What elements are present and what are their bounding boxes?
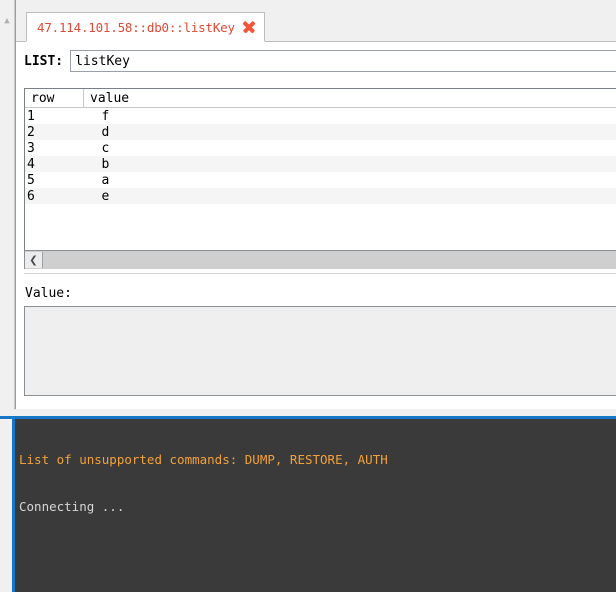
tab-listkey[interactable]: 47.114.101.58::db0::listKey — [26, 12, 265, 42]
tab-strip: 47.114.101.58::db0::listKey — [16, 0, 616, 42]
console-line: Connecting ... — [19, 498, 125, 514]
cell-value: d — [83, 124, 616, 140]
key-editor-panel: 47.114.101.58::db0::listKey LIST: row va… — [15, 0, 616, 409]
console-line: List of unsupported commands: DUMP, REST… — [19, 452, 388, 468]
cell-value: f — [83, 107, 616, 124]
column-header-value[interactable]: value — [83, 89, 616, 108]
table-row[interactable]: 6 e — [25, 188, 616, 204]
column-header-row[interactable]: row — [25, 89, 84, 108]
cell-value: c — [83, 140, 616, 156]
cell-value: a — [83, 172, 616, 188]
value-textarea[interactable] — [24, 306, 616, 396]
cell-row-index: 3 — [25, 140, 84, 156]
table-row[interactable]: 5 a — [25, 172, 616, 188]
panel-divider — [24, 273, 616, 274]
key-type-label: LIST: — [24, 53, 64, 69]
table-header-row: row value — [25, 89, 616, 108]
redis-client-window: ▲ 47.114.101.58::db0::listKey LIST: row … — [0, 0, 616, 592]
table-horizontal-scrollbar[interactable]: ❮ — [24, 250, 616, 269]
tab-label: 47.114.101.58::db0::listKey — [37, 19, 235, 35]
console-output[interactable]: List of unsupported commands: DUMP, REST… — [12, 416, 616, 592]
cell-row-index: 1 — [25, 107, 84, 124]
key-row: LIST: — [16, 48, 616, 74]
cell-value: e — [83, 188, 616, 204]
table-body: 1 f 2 d 3 c 4 b 5 a 6 e — [25, 107, 616, 204]
cell-value: b — [83, 156, 616, 172]
scrollbar-track[interactable] — [43, 252, 616, 268]
chevron-left-icon[interactable]: ❮ — [25, 252, 43, 268]
table-row[interactable]: 1 f — [25, 107, 616, 124]
cell-row-index: 6 — [25, 188, 84, 204]
table-row[interactable]: 3 c — [25, 140, 616, 156]
console-lines: List of unsupported commands: DUMP, REST… — [19, 421, 616, 592]
table-row[interactable]: 4 b — [25, 156, 616, 172]
table-row[interactable]: 2 d — [25, 124, 616, 140]
cell-row-index: 4 — [25, 156, 84, 172]
list-values-table[interactable]: row value 1 f 2 d 3 c 4 b 5 a 6 e — [24, 88, 616, 269]
chevron-up-icon[interactable]: ▲ — [2, 16, 12, 26]
key-name-input[interactable] — [70, 50, 616, 72]
close-icon[interactable] — [243, 21, 256, 34]
value-label: Value: — [25, 286, 72, 301]
cell-row-index: 2 — [25, 124, 84, 140]
cell-row-index: 5 — [25, 172, 84, 188]
left-splitter-gutter[interactable]: ▲ — [0, 0, 15, 410]
console-panel: List of unsupported commands: DUMP, REST… — [0, 410, 616, 592]
